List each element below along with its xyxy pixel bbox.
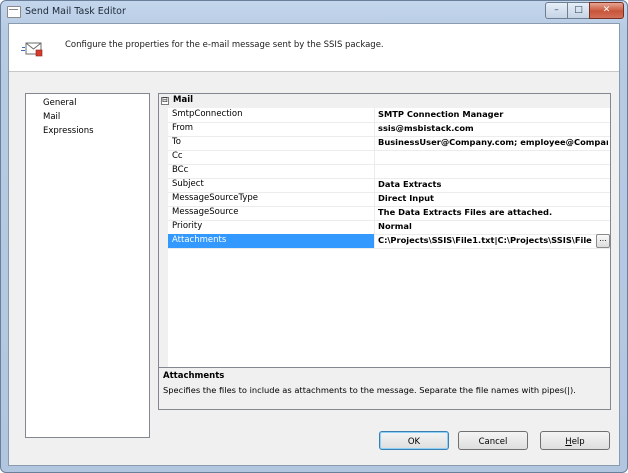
column-divider — [374, 192, 375, 206]
column-divider — [374, 178, 375, 192]
column-divider — [374, 220, 375, 234]
dialog-header: Configure the properties for the e-mail … — [9, 24, 619, 72]
property-help-panel: Attachments Specifies the files to inclu… — [158, 367, 611, 410]
property-name: BCc — [172, 165, 189, 175]
browse-ellipsis-button[interactable]: ... — [596, 234, 610, 248]
property-value[interactable]: Data Extracts — [378, 179, 608, 189]
send-mail-task-editor-window: Send Mail Task Editor – □ ✕ Configure th… — [0, 0, 628, 473]
property-value[interactable]: The Data Extracts Files are attached. — [378, 207, 608, 217]
mail-icon — [21, 42, 43, 57]
property-row-priority[interactable]: Priority Normal — [168, 220, 610, 235]
help-button[interactable]: Help — [540, 431, 610, 450]
help-description: Specifies the files to include as attach… — [163, 385, 576, 395]
property-row-attachments[interactable]: Attachments C:\Projects\SSIS\File1.txt|C… — [168, 234, 610, 249]
property-name: Priority — [172, 221, 203, 231]
header-description: Configure the properties for the e-mail … — [65, 40, 384, 50]
column-divider — [374, 206, 375, 220]
property-name: From — [172, 123, 194, 133]
nav-item-general[interactable]: General — [43, 98, 77, 108]
collapse-icon[interactable]: ⊟ — [161, 97, 169, 105]
property-name: MessageSourceType — [172, 193, 258, 203]
page-navigation-list: General Mail Expressions — [25, 93, 150, 438]
property-name: Attachments — [172, 235, 227, 245]
category-row-mail[interactable]: ⊟ Mail — [159, 94, 610, 108]
column-divider — [374, 234, 375, 248]
property-value[interactable]: C:\Projects\SSIS\File1.txt|C:\Projects\S… — [378, 235, 592, 245]
property-grid: ⊟ Mail SmtpConnection SMTP Connection Ma… — [158, 93, 611, 368]
nav-item-expressions[interactable]: Expressions — [43, 126, 94, 136]
minimize-button[interactable]: – — [545, 2, 568, 19]
grid-gutter — [159, 94, 168, 367]
property-row-bcc[interactable]: BCc — [168, 164, 610, 179]
window-title: Send Mail Task Editor — [25, 6, 126, 17]
help-title: Attachments — [163, 371, 225, 381]
ok-button[interactable]: OK — [379, 431, 449, 450]
property-value[interactable]: Normal — [378, 221, 608, 231]
property-row-subject[interactable]: Subject Data Extracts — [168, 178, 610, 193]
help-button-label: elp — [571, 437, 585, 447]
property-row-from[interactable]: From ssis@msbistack.com — [168, 122, 610, 137]
property-value[interactable]: ssis@msbistack.com — [378, 123, 608, 133]
property-row-smtpconnection[interactable]: SmtpConnection SMTP Connection Manager — [168, 108, 610, 123]
property-name: Subject — [172, 179, 204, 189]
property-value[interactable]: Direct Input — [378, 193, 608, 203]
property-name: Cc — [172, 151, 183, 161]
property-name: To — [172, 137, 181, 147]
property-value[interactable]: BusinessUser@Company.com; employee@Compa… — [378, 137, 608, 147]
title-bar[interactable]: Send Mail Task Editor – □ ✕ — [1, 1, 627, 23]
column-divider — [374, 150, 375, 164]
property-name: MessageSource — [172, 207, 239, 217]
column-divider — [374, 108, 375, 122]
column-divider — [374, 122, 375, 136]
property-row-messagesourcetype[interactable]: MessageSourceType Direct Input — [168, 192, 610, 207]
property-row-messagesource[interactable]: MessageSource The Data Extracts Files ar… — [168, 206, 610, 221]
column-divider — [374, 136, 375, 150]
nav-item-mail[interactable]: Mail — [43, 112, 60, 122]
column-divider — [374, 164, 375, 178]
cancel-button[interactable]: Cancel — [458, 431, 528, 450]
window-icon — [7, 6, 21, 18]
property-row-cc[interactable]: Cc — [168, 150, 610, 165]
property-value[interactable]: SMTP Connection Manager — [378, 109, 608, 119]
close-button[interactable]: ✕ — [589, 2, 624, 19]
property-row-to[interactable]: To BusinessUser@Company.com; employee@Co… — [168, 136, 610, 151]
category-label: Mail — [173, 95, 194, 105]
maximize-button[interactable]: □ — [567, 2, 590, 19]
dialog-client-area: Configure the properties for the e-mail … — [8, 23, 620, 466]
property-name: SmtpConnection — [172, 109, 243, 119]
